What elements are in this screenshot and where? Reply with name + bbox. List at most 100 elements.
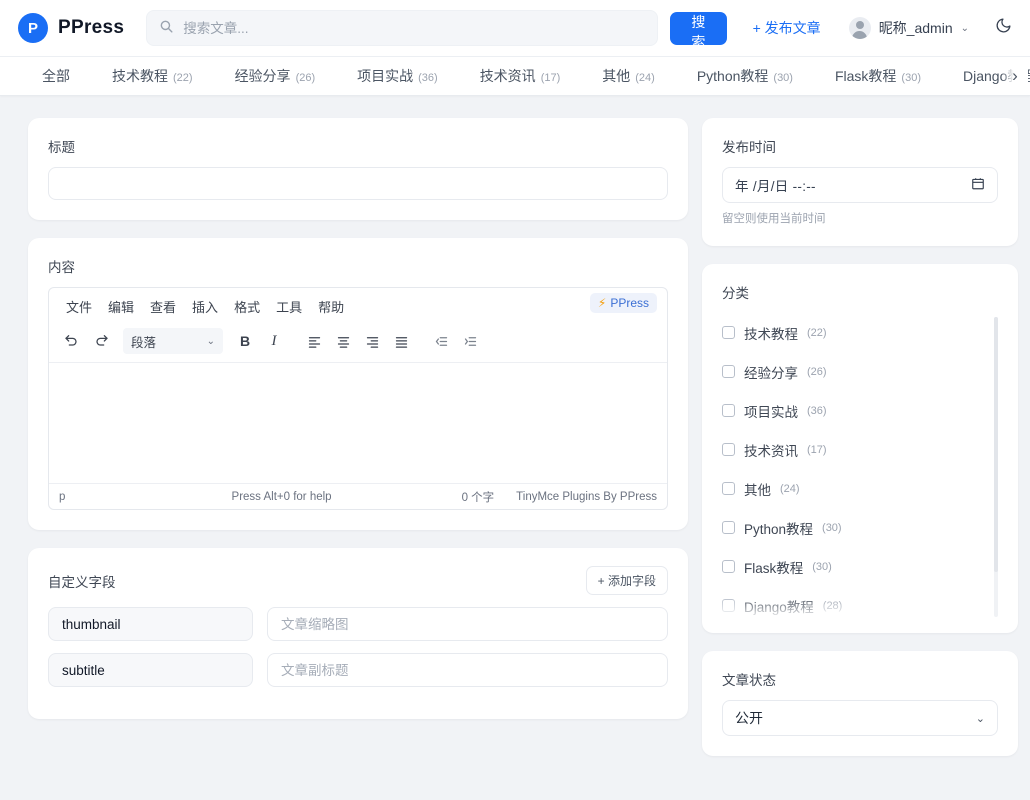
custom-field-key-input[interactable]: [48, 607, 253, 641]
search-input[interactable]: [181, 19, 646, 37]
page-body: 标题 内容 文件 编辑 查看 插入 格式 工具 帮助 ⚡ PPress 段落 ⌄…: [0, 96, 1030, 774]
category-checkbox[interactable]: [722, 599, 735, 612]
nav-item-7[interactable]: Flask教程 (30): [814, 66, 942, 86]
scrollbar-thumb[interactable]: [994, 317, 998, 572]
nav-item-count: (26): [295, 72, 316, 84]
editor-content-area[interactable]: [49, 363, 667, 483]
publish-time-input[interactable]: 年 /月/日 --:--: [722, 167, 998, 203]
category-name: 其他: [744, 482, 771, 498]
nav-item-4[interactable]: 技术资讯 (17): [459, 66, 582, 86]
calendar-icon[interactable]: [971, 176, 985, 194]
editor-statusbar: p Press Alt+0 for help 0 个字 TinyMce Plug…: [49, 483, 667, 509]
theme-toggle-button[interactable]: [995, 17, 1012, 39]
indent-icon[interactable]: [457, 328, 483, 354]
align-center-icon[interactable]: [330, 328, 356, 354]
brand-logo-icon: P: [18, 13, 48, 43]
editor-menu-0[interactable]: 文件: [59, 294, 99, 319]
custom-fields-card: 自定义字段 + 添加字段: [28, 548, 688, 719]
editor-menu-2[interactable]: 查看: [143, 294, 183, 319]
outdent-icon[interactable]: [428, 328, 454, 354]
category-item-4[interactable]: 其他 (24): [722, 469, 984, 508]
align-right-icon[interactable]: [359, 328, 385, 354]
category-item-1[interactable]: 经验分享 (26): [722, 352, 984, 391]
category-item-3[interactable]: 技术资讯 (17): [722, 430, 984, 469]
nav-item-0[interactable]: 全部: [30, 66, 91, 86]
custom-fields-header: 自定义字段 + 添加字段: [48, 566, 668, 595]
category-count: (36): [807, 404, 827, 417]
categories-scroll-area[interactable]: 技术教程 (22) 经验分享 (26) 项目实战 (36) 技术资讯 (17) 其他 (24) Py…: [722, 313, 998, 623]
custom-fields-list: [48, 607, 668, 687]
category-item-2[interactable]: 项目实战 (36): [722, 391, 984, 430]
nav-item-5[interactable]: 其他 (24): [581, 66, 676, 86]
nav-item-label: 其他: [602, 68, 631, 84]
editor-menu-4[interactable]: 格式: [227, 294, 267, 319]
title-input[interactable]: [48, 167, 668, 200]
undo-icon[interactable]: [59, 328, 85, 354]
article-status-select[interactable]: 公开 ⌄: [722, 700, 998, 736]
format-select[interactable]: 段落 ⌄: [123, 328, 223, 354]
editor-help-text: Press Alt+0 for help: [231, 490, 332, 503]
nav-item-count: (24): [635, 72, 655, 84]
editor-menu-6[interactable]: 帮助: [311, 294, 351, 319]
custom-field-value-input[interactable]: [267, 607, 668, 641]
redo-icon[interactable]: [88, 328, 114, 354]
category-count: (30): [812, 560, 832, 573]
nav-item-1[interactable]: 技术教程 (22): [91, 66, 214, 86]
add-field-button[interactable]: + 添加字段: [585, 566, 668, 595]
lightning-bolt-icon: ⚡: [597, 296, 607, 310]
content-label: 内容: [48, 260, 75, 275]
custom-fields-label: 自定义字段: [48, 574, 116, 590]
user-name-label: 昵称_admin: [878, 20, 953, 36]
publish-article-link[interactable]: + 发布文章: [753, 18, 821, 38]
category-nav[interactable]: 全部 技术教程 (22) 经验分享 (26) 项目实战 (36) 技术资讯 (17) 其他 (24)…: [0, 57, 1030, 96]
article-status-card: 文章状态 公开 ⌄: [702, 651, 1018, 756]
nav-item-2[interactable]: 经验分享 (26): [214, 66, 337, 86]
nav-item-count: (30): [773, 72, 793, 84]
category-item-0[interactable]: 技术教程 (22): [722, 313, 984, 352]
category-checkbox[interactable]: [722, 521, 735, 534]
category-checkbox[interactable]: [722, 482, 735, 495]
publish-article-label: + 发布文章: [752, 20, 821, 36]
align-justify-icon[interactable]: [388, 328, 414, 354]
editor-brand-text: TinyMce Plugins By PPress: [516, 490, 657, 503]
category-name: 技术资讯: [744, 443, 798, 459]
category-item-6[interactable]: Flask教程 (30): [722, 547, 984, 586]
custom-field-value-input[interactable]: [267, 653, 668, 687]
chevron-down-icon: ⌄: [206, 335, 215, 347]
category-checkbox[interactable]: [722, 560, 735, 573]
publish-time-label: 发布时间: [722, 140, 776, 155]
category-item-5[interactable]: Python教程 (30): [722, 508, 984, 547]
editor-menu-5[interactable]: 工具: [269, 294, 309, 319]
category-name: Django教程: [744, 599, 814, 615]
editor-menu-1[interactable]: 编辑: [101, 294, 141, 319]
editor-menu-3[interactable]: 插入: [185, 294, 225, 319]
category-name: Python教程: [744, 521, 814, 537]
italic-icon[interactable]: I: [261, 328, 287, 354]
category-checkbox[interactable]: [722, 443, 735, 456]
ppress-badge[interactable]: ⚡ PPress: [589, 293, 657, 313]
ppress-badge-label: PPress: [610, 296, 649, 310]
custom-field-key-input[interactable]: [48, 653, 253, 687]
category-checkbox[interactable]: [722, 326, 735, 339]
search-button[interactable]: 搜索: [670, 11, 727, 50]
search-box[interactable]: [146, 10, 659, 46]
nav-item-3[interactable]: 项目实战 (36): [336, 66, 459, 86]
category-item-7[interactable]: Django教程 (28): [722, 586, 984, 623]
bold-icon[interactable]: B: [232, 328, 258, 354]
article-status-label: 文章状态: [722, 673, 776, 688]
category-count: (24): [780, 482, 800, 495]
tinymce-editor[interactable]: 文件 编辑 查看 插入 格式 工具 帮助 ⚡ PPress 段落 ⌄ B I p…: [48, 287, 668, 510]
app-header: P PPress 搜索 + 发布文章 昵称_admin ⌄: [0, 0, 1030, 57]
user-menu[interactable]: 昵称_admin ⌄: [848, 17, 969, 39]
nav-item-count: (30): [901, 72, 921, 84]
brand-name: PPress: [58, 17, 125, 38]
brand[interactable]: P PPress: [18, 13, 124, 43]
editor-element-path[interactable]: p: [59, 491, 65, 503]
category-checkbox[interactable]: [722, 365, 735, 378]
nav-item-label: 技术教程: [112, 68, 168, 84]
categories-list: 技术教程 (22) 经验分享 (26) 项目实战 (36) 技术资讯 (17) 其他 (24) Py…: [722, 313, 984, 623]
align-left-icon[interactable]: [301, 328, 327, 354]
nav-item-6[interactable]: Python教程 (30): [676, 66, 814, 86]
category-checkbox[interactable]: [722, 404, 735, 417]
nav-scroll-right-button[interactable]: ›: [1002, 57, 1028, 95]
